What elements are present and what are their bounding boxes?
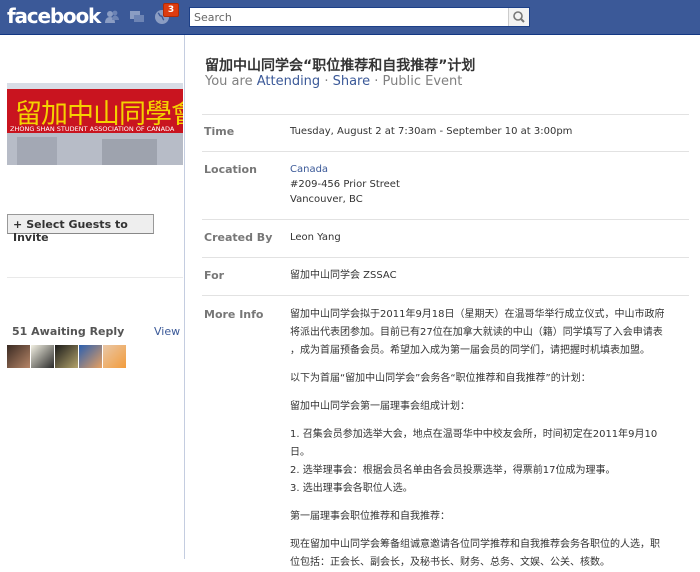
rsvp-prefix: You are (205, 74, 253, 89)
banner-caption: ZHONG SHAN STUDENT ASSOCIATION OF CANADA (10, 125, 175, 133)
event-title: 留加中山同学会“职位推荐和自我推荐”计划 (205, 58, 476, 74)
friend-requests-icon[interactable] (104, 9, 120, 25)
event-photo[interactable]: 留加中山同學會 ZHONG SHAN STUDENT ASSOCIATION O… (7, 83, 183, 165)
creator-link[interactable]: Leon Yang (290, 230, 341, 245)
row-divider (202, 295, 689, 296)
search-button[interactable] (508, 8, 529, 26)
search-input[interactable] (190, 8, 512, 26)
more-info-label: More Info (204, 308, 264, 321)
time-value: Tuesday, August 2 at 7:30am - September … (290, 126, 573, 137)
magnifier-icon (513, 11, 525, 23)
messages-icon[interactable] (129, 9, 145, 25)
more-info-line (290, 360, 685, 370)
more-info-line (290, 416, 685, 426)
more-info-line: 日。 (290, 447, 310, 458)
avatar[interactable] (7, 345, 30, 368)
notification-count-badge[interactable]: 3 (163, 3, 179, 17)
avatar[interactable] (31, 345, 54, 368)
more-info-line: 3. 选出理事会各职位人选。 (290, 483, 413, 494)
more-info-line: 留加中山同学会拟于2011年9月18日（星期天）在温哥华举行成立仪式，中山市政府 (290, 309, 665, 320)
more-info-line: 1. 召集会员参加选举大会，地点在温哥华中中校友会所，时间初定在2011年9月1… (290, 429, 658, 440)
for-label: For (204, 269, 225, 282)
location-address: #209-456 Prior Street (290, 179, 400, 190)
more-info-line: 将派出代表团参加。目前已有27位在加拿大就读的中山（籍）同学填写了入会申请表 (290, 327, 663, 338)
more-info-line: 2. 选举理事会：根据会员名单由各会员投票选举，得票前17位成为理事。 (290, 465, 616, 476)
avatar[interactable] (79, 345, 102, 368)
event-main: 留加中山同学会“职位推荐和自我推荐”计划 You are Attending ·… (185, 35, 700, 568)
more-info-line: ，成为首届预备会员。希望加入成为第一届会员的同学们，请把握时机填表加盟。 (290, 345, 650, 356)
separator: · (324, 74, 329, 89)
plus-icon: + (13, 218, 23, 231)
share-link[interactable]: Share (333, 74, 371, 89)
avatar[interactable] (55, 345, 78, 368)
left-column: 留加中山同學會 ZHONG SHAN STUDENT ASSOCIATION O… (0, 35, 185, 559)
more-info-line (290, 526, 685, 536)
select-guests-button[interactable]: + Select Guests to Invite (7, 214, 154, 244)
awaiting-avatars (7, 345, 127, 368)
sidebar-divider (7, 277, 183, 278)
more-info-line: 现在留加中山同学会筹备组诚意邀请各位同学推荐和自我推荐会务各职位的人选，职 (290, 539, 660, 550)
location-city-link[interactable]: Canada (290, 162, 400, 177)
row-divider (202, 257, 689, 258)
for-group-link[interactable]: 留加中山同学会 ZSSAC (290, 268, 397, 283)
more-info-line (290, 388, 685, 398)
row-divider (202, 114, 689, 115)
time-label: Time (204, 125, 235, 138)
more-info-line: 以下为首届“留加中山同学会”会务各“职位推荐和自我推荐”的计划： (290, 373, 591, 384)
rsvp-attending-link[interactable]: Attending (257, 74, 320, 89)
more-info-line: 位包括：正会长、副会长，及秘书长、财务、总务、文娱、公关、核数。 (290, 557, 610, 568)
row-divider (202, 151, 689, 152)
row-divider (202, 219, 689, 220)
search-box (189, 7, 530, 27)
avatar[interactable] (103, 345, 126, 368)
created-by-label: Created By (204, 231, 273, 244)
awaiting-reply-title: 51 Awaiting Reply (12, 325, 125, 338)
event-subtitle: You are Attending · Share · Public Event (205, 74, 462, 89)
location-value: Canada #209-456 Prior Street Vancouver, … (290, 162, 400, 207)
top-bar: facebook 3 (0, 0, 700, 35)
location-city-line: Vancouver, BC (290, 194, 363, 205)
awaiting-view-link[interactable]: View (154, 325, 180, 338)
more-info-line (290, 498, 685, 508)
facebook-logo[interactable]: facebook (7, 4, 101, 28)
more-info-line: 留加中山同学会第一届理事会组成计划： (290, 401, 470, 412)
event-privacy: Public Event (382, 74, 463, 89)
separator: · (374, 74, 379, 89)
more-info-body: 留加中山同学会拟于2011年9月18日（星期天）在温哥华举行成立仪式，中山市政府… (290, 306, 685, 572)
more-info-line: 第一届理事会职位推荐和自我推荐： (290, 511, 450, 522)
location-label: Location (204, 163, 257, 176)
select-guests-label: Select Guests to Invite (13, 218, 128, 244)
